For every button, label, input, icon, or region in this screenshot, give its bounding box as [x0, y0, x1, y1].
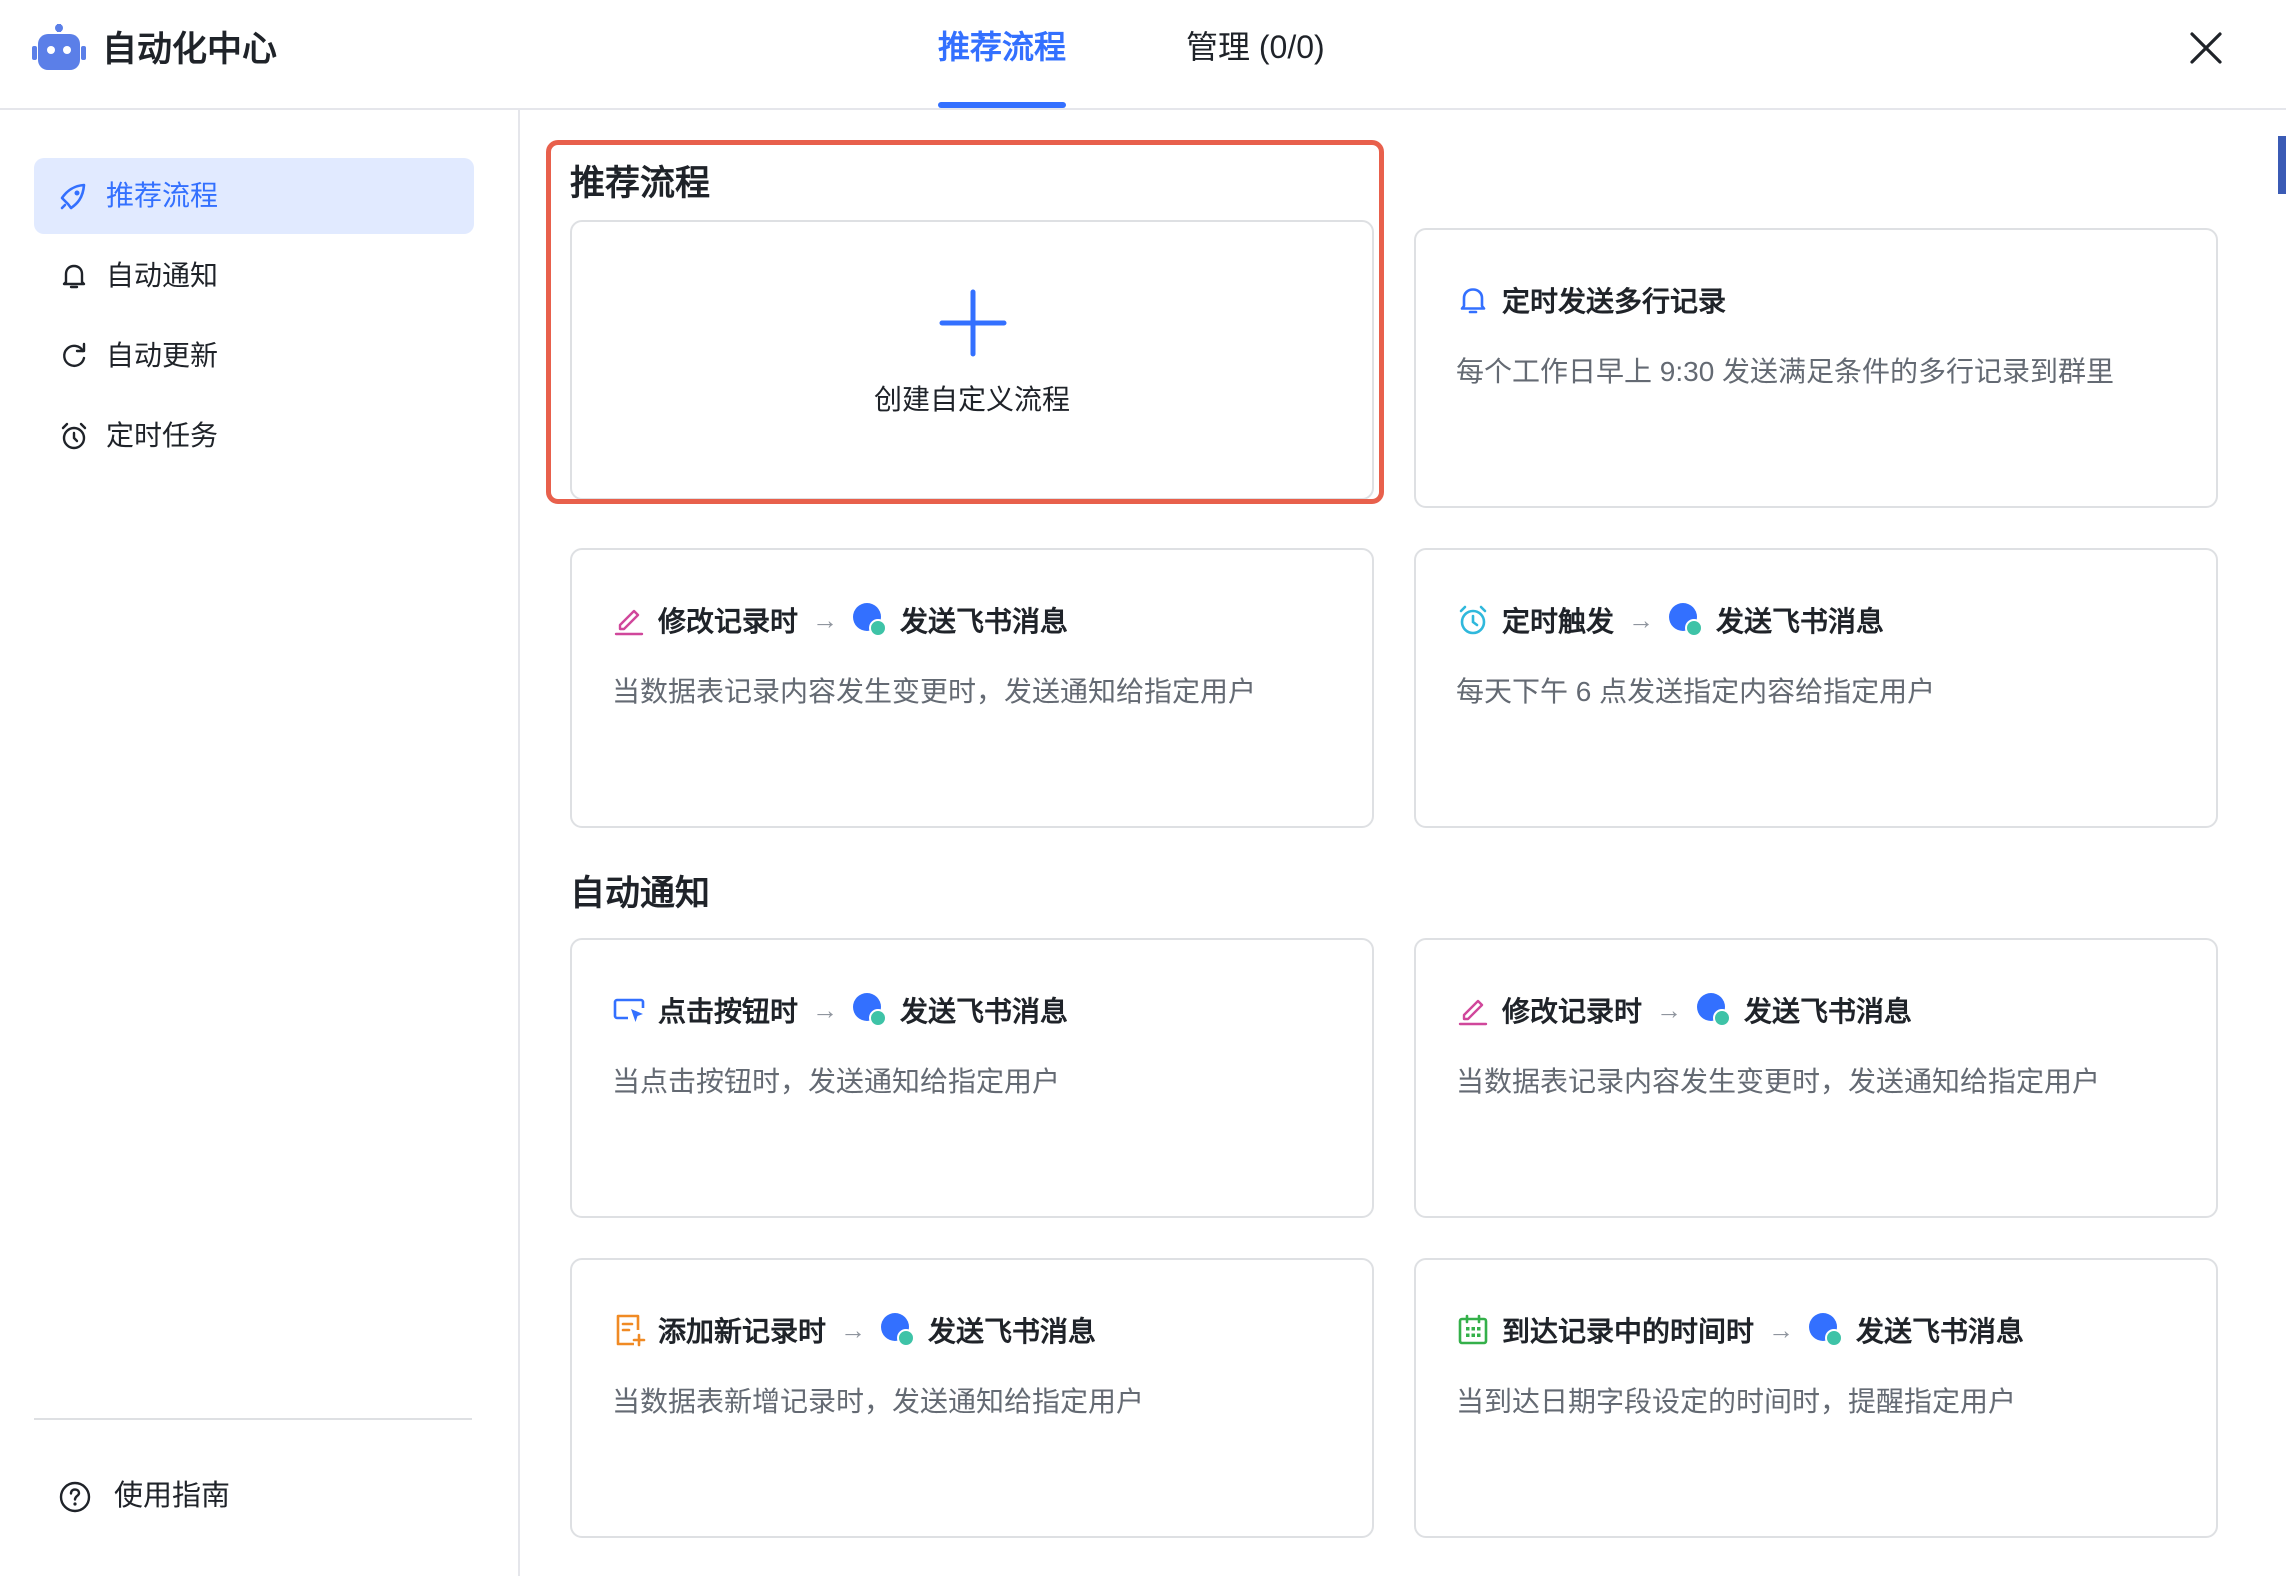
card-trigger-label: 修改记录时: [1502, 996, 1643, 1027]
flow-arrow: →: [812, 994, 839, 1025]
sidebar-item-auto-update[interactable]: 自动更新: [34, 318, 474, 394]
user-guide-label: 使用指南: [114, 1480, 231, 1512]
bell-icon: [1460, 288, 1486, 314]
feishu-message-icon: [853, 993, 888, 1027]
card-description: 当到达日期字段设定的时间时，提醒指定用户: [1456, 1386, 2017, 1417]
feishu-message-icon: [1809, 1313, 1844, 1347]
tab-recommended[interactable]: 推荐流程: [938, 24, 1066, 70]
pencil-icon: [614, 609, 644, 636]
active-tab-indicator: [938, 102, 1066, 108]
flow-card-reach-time[interactable]: 到达记录中的时间时 → 发送飞书消息 当到达日期字段设定的时间时，提醒指定用户: [1414, 1258, 2218, 1538]
sidebar: 推荐流程 自动通知 自动更新 定时任务 使用指南: [0, 110, 520, 1576]
feishu-message-icon: [853, 603, 888, 637]
card-trigger-label: 定时触发: [1502, 606, 1615, 637]
card-action-label: 发送飞书消息: [1856, 1316, 2025, 1347]
flow-arrow: →: [840, 1314, 867, 1345]
card-action-label: 发送飞书消息: [1716, 606, 1885, 637]
pencil-icon: [1458, 999, 1488, 1026]
card-trigger-label: 定时发送多行记录: [1502, 286, 1727, 317]
flow-card-edit-record[interactable]: 修改记录时 → 发送飞书消息 当数据表记录内容发生变更时，发送通知给指定用户: [570, 548, 1374, 828]
flow-card-click-button[interactable]: 点击按钮时 → 发送飞书消息 当点击按钮时，发送通知给指定用户: [570, 938, 1374, 1218]
tab-manage[interactable]: 管理 (0/0): [1186, 24, 1325, 70]
section-title-recommended: 推荐流程: [570, 164, 711, 203]
card-action-label: 发送飞书消息: [1744, 996, 1913, 1027]
flow-card-scheduled-multi[interactable]: 定时发送多行记录 每个工作日早上 9:30 发送满足条件的多行记录到群里: [1414, 228, 2218, 508]
calendar-icon: [1458, 1314, 1488, 1345]
sidebar-item-recommended[interactable]: 推荐流程: [34, 158, 474, 234]
flow-arrow: →: [812, 604, 839, 635]
alarm-clock-icon: [61, 422, 87, 450]
plus-icon: [939, 289, 1007, 357]
feishu-message-icon: [881, 1313, 916, 1347]
refresh-icon: [63, 342, 86, 367]
flow-card-timed-trigger[interactable]: 定时触发 → 发送飞书消息 每天下午 6 点发送指定内容给指定用户: [1414, 548, 2218, 828]
sidebar-item-auto-notify[interactable]: 自动通知: [34, 238, 474, 314]
card-trigger-label: 修改记录时: [658, 606, 799, 637]
card-description: 当点击按钮时，发送通知给指定用户: [612, 1066, 1061, 1097]
rocket-icon: [60, 183, 86, 210]
create-custom-flow-card[interactable]: 创建自定义流程: [570, 220, 1374, 500]
card-action-label: 发送飞书消息: [900, 996, 1069, 1027]
flow-arrow: →: [1656, 994, 1683, 1025]
alarm-clock-icon: [1459, 605, 1487, 635]
app-header: 自动化中心 推荐流程 管理 (0/0): [0, 0, 2286, 110]
feishu-message-icon: [1669, 603, 1704, 637]
sidebar-item-label: 推荐流程: [106, 180, 219, 211]
card-action-label: 发送飞书消息: [928, 1316, 1097, 1347]
card-description: 当数据表记录内容发生变更时，发送通知给指定用户: [1456, 1066, 2101, 1097]
bell-icon: [62, 264, 86, 289]
card-description: 每天下午 6 点发送指定内容给指定用户: [1456, 676, 1936, 707]
card-trigger-label: 到达记录中的时间时: [1502, 1316, 1755, 1347]
sidebar-item-scheduled[interactable]: 定时任务: [34, 398, 474, 474]
close-icon[interactable]: [2186, 28, 2226, 68]
sidebar-item-label: 定时任务: [106, 420, 219, 451]
scrollbar-edge[interactable]: [2278, 136, 2286, 194]
button-click-icon: [613, 998, 645, 1022]
sidebar-item-label: 自动更新: [106, 340, 219, 371]
card-trigger-label: 点击按钮时: [658, 996, 799, 1027]
section-title-auto-notify: 自动通知: [570, 874, 711, 913]
create-custom-flow-label: 创建自定义流程: [873, 384, 1070, 415]
card-description: 当数据表新增记录时，发送通知给指定用户: [612, 1386, 1145, 1417]
sidebar-item-label: 自动通知: [106, 260, 219, 291]
feishu-message-icon: [1697, 993, 1732, 1027]
add-record-icon: [616, 1314, 646, 1347]
flow-arrow: →: [1628, 604, 1655, 635]
robot-logo-icon: [32, 24, 86, 70]
card-description: 每个工作日早上 9:30 发送满足条件的多行记录到群里: [1456, 356, 2115, 387]
app-title: 自动化中心: [102, 30, 278, 69]
card-trigger-label: 添加新记录时: [658, 1316, 827, 1347]
card-description: 当数据表记录内容发生变更时，发送通知给指定用户: [612, 676, 1257, 707]
help-circle-icon: [59, 1481, 91, 1513]
flow-card-add-record[interactable]: 添加新记录时 → 发送飞书消息 当数据表新增记录时，发送通知给指定用户: [570, 1258, 1374, 1538]
flow-card-edit-record-notify[interactable]: 修改记录时 → 发送飞书消息 当数据表记录内容发生变更时，发送通知给指定用户: [1414, 938, 2218, 1218]
card-action-label: 发送飞书消息: [900, 606, 1069, 637]
flow-arrow: →: [1768, 1314, 1795, 1345]
sidebar-divider: [34, 1418, 472, 1420]
